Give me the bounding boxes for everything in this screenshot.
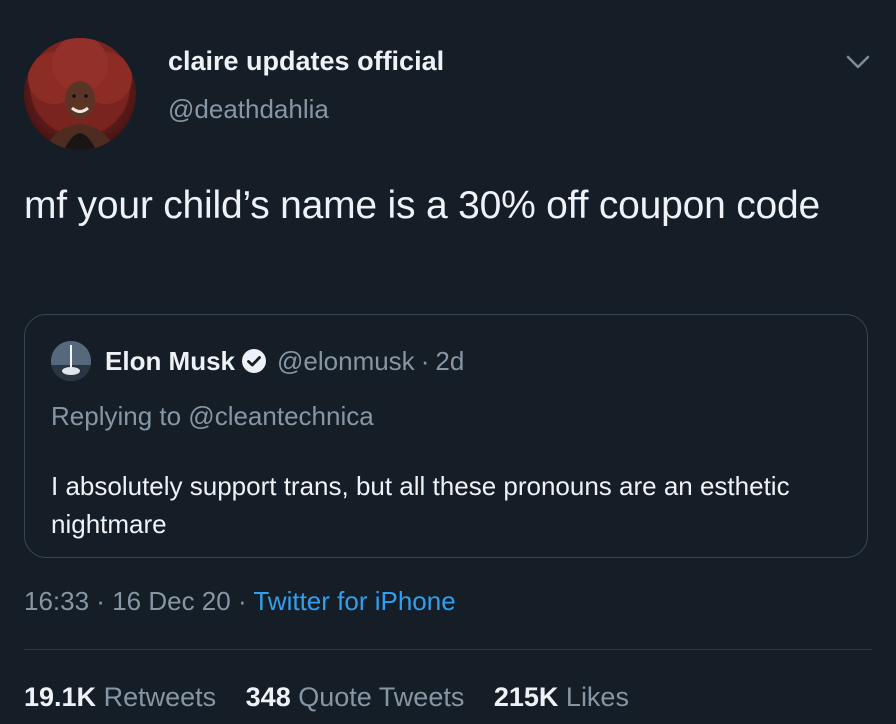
avatar[interactable] <box>24 38 136 150</box>
quoted-tweet-text: I absolutely support trans, but all thes… <box>51 471 790 539</box>
quote-tweets-count: 348 <box>245 682 291 712</box>
tweet-stats: 19.1K Retweets 348 Quote Tweets 215K Lik… <box>24 682 651 713</box>
tweet-source-link[interactable]: Twitter for iPhone <box>253 586 455 616</box>
likes-count: 215K <box>493 682 559 712</box>
retweets-stat[interactable]: 19.1K Retweets <box>24 682 216 712</box>
meta-separator: · <box>89 586 113 616</box>
chevron-down-icon[interactable] <box>844 52 872 72</box>
tweet-meta: 16:33 · 16 Dec 20 · Twitter for iPhone <box>24 586 456 617</box>
tweet-time[interactable]: 16:33 <box>24 586 89 616</box>
tweet-header: claire updates official @deathdahlia <box>24 38 872 150</box>
meta-separator: · <box>230 586 254 616</box>
likes-stat[interactable]: 215K Likes <box>494 682 629 712</box>
quoted-display-name[interactable]: Elon Musk <box>105 346 235 377</box>
quote-tweets-stat[interactable]: 348 Quote Tweets <box>246 682 465 712</box>
quote-tweets-label: Quote Tweets <box>298 682 465 712</box>
likes-label: Likes <box>565 682 629 712</box>
separator-dot: · <box>420 345 430 376</box>
display-name[interactable]: claire updates official <box>168 44 444 78</box>
quoted-tweet[interactable]: Elon Musk @elonmusk · 2d Replying to @cl… <box>24 314 868 558</box>
tweet-date[interactable]: 16 Dec 20 <box>112 586 231 616</box>
divider <box>24 649 872 650</box>
retweets-count: 19.1K <box>24 682 97 712</box>
quoted-tweet-header: Elon Musk @elonmusk · 2d <box>51 341 464 381</box>
quoted-handle[interactable]: @elonmusk <box>277 346 415 377</box>
quoted-avatar[interactable] <box>51 341 91 381</box>
tweet-detail: claire updates official @deathdahlia mf … <box>0 0 896 724</box>
retweets-label: Retweets <box>103 682 217 712</box>
user-handle[interactable]: @deathdahlia <box>168 92 444 126</box>
tweet-text: mf your child’s name is a 30% off coupon… <box>24 184 821 227</box>
author-names: claire updates official @deathdahlia <box>168 44 444 126</box>
replying-to: Replying to @cleantechnica <box>51 401 374 431</box>
quoted-timestamp[interactable]: 2d <box>435 346 464 377</box>
verified-badge-icon <box>242 349 267 373</box>
